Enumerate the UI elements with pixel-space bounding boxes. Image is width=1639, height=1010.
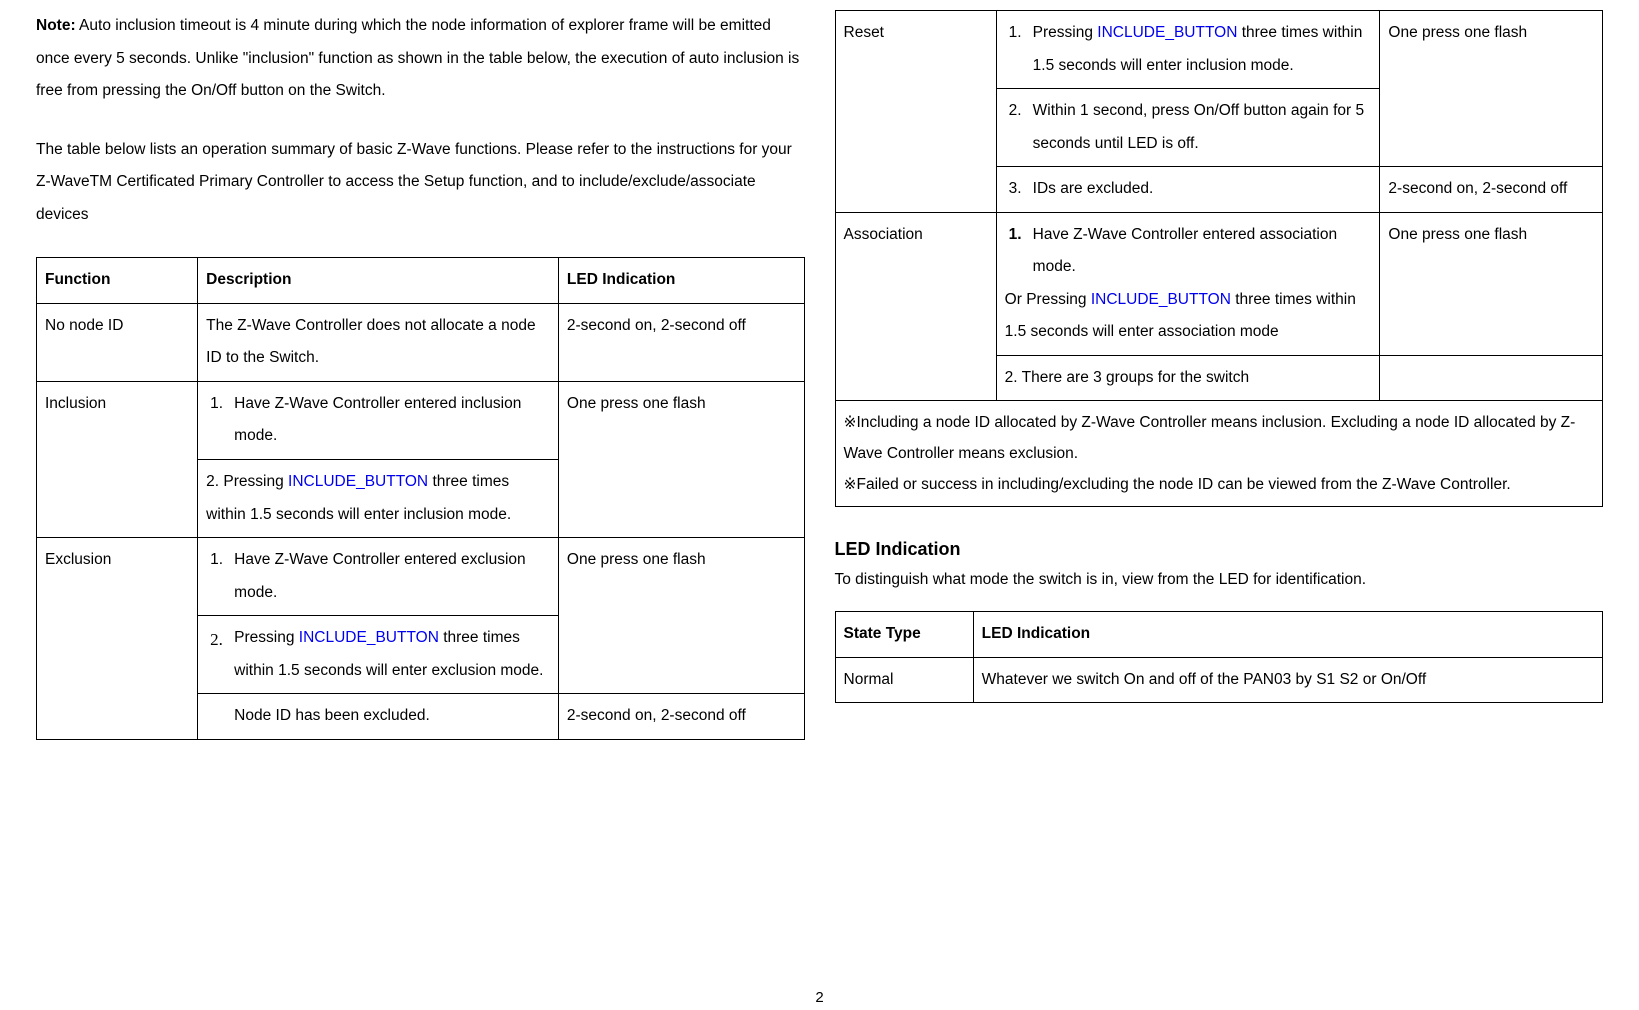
header-state-type: State Type — [835, 612, 973, 658]
cell-led: 2-second on, 2-second off — [1380, 167, 1603, 213]
text-pre: Pressing — [1033, 24, 1098, 41]
list-number: 2. — [1005, 95, 1033, 160]
header-led: LED Indication — [558, 258, 804, 304]
table-row: Reset 1. Pressing INCLUDE_BUTTON three t… — [835, 11, 1603, 89]
cell-description: 1. Have Z-Wave Controller entered associ… — [996, 212, 1380, 355]
list-body: Have Z-Wave Controller entered exclusion… — [234, 544, 550, 609]
cell-function: Reset — [835, 11, 996, 213]
list-body: IDs are excluded. — [1033, 173, 1372, 206]
cell-description: 2. Within 1 second, press On/Off button … — [996, 89, 1380, 167]
list-body: Within 1 second, press On/Off button aga… — [1033, 95, 1372, 160]
footnote-2: ※Failed or success in including/excludin… — [844, 469, 1595, 500]
cell-description: 1. Pressing INCLUDE_BUTTON three times w… — [996, 11, 1380, 89]
cell-led: One press one flash — [1380, 11, 1603, 167]
table-header-row: Function Description LED Indication — [37, 258, 805, 304]
include-button-link[interactable]: INCLUDE_BUTTON — [288, 473, 428, 490]
cell-led: Whatever we switch On and off of the PAN… — [973, 657, 1602, 703]
cell-led: One press one flash — [558, 538, 804, 694]
header-description: Description — [198, 258, 559, 304]
cell-function: Association — [835, 212, 996, 401]
include-button-link[interactable]: INCLUDE_BUTTON — [1097, 24, 1237, 41]
include-button-link[interactable]: INCLUDE_BUTTON — [1091, 291, 1231, 308]
note-paragraph: Note: Auto inclusion timeout is 4 minute… — [36, 10, 805, 108]
header-led-indication: LED Indication — [973, 612, 1602, 658]
list-number: 3. — [1005, 173, 1033, 206]
or-line: Or Pressing INCLUDE_BUTTON three times w… — [1005, 284, 1372, 349]
note-body: Auto inclusion timeout is 4 minute durin… — [36, 17, 799, 99]
cell-description: 1. Have Z-Wave Controller entered inclus… — [198, 381, 559, 459]
table-header-row: State Type LED Indication — [835, 612, 1603, 658]
cell-description: 2. There are 3 groups for the switch — [996, 355, 1380, 401]
text-pre: 2. Pressing — [206, 473, 288, 490]
cell-description: 1. Have Z-Wave Controller entered exclus… — [198, 538, 559, 616]
footnote-cell: ※Including a node ID allocated by Z-Wave… — [835, 401, 1603, 507]
cell-led: One press one flash — [558, 381, 804, 537]
cell-description: 2. Pressing INCLUDE_BUTTON three times w… — [198, 460, 559, 538]
footnote-row: ※Including a node ID allocated by Z-Wave… — [835, 401, 1603, 507]
cell-function: Inclusion — [37, 381, 198, 537]
text-pre: Or Pressing — [1005, 291, 1091, 308]
list-number: 1. — [1005, 219, 1033, 284]
functions-table: Function Description LED Indication No n… — [36, 257, 805, 740]
note-label: Note: — [36, 17, 76, 34]
table-row: Exclusion 1. Have Z-Wave Controller ente… — [37, 538, 805, 616]
right-column: Reset 1. Pressing INCLUDE_BUTTON three t… — [835, 10, 1604, 748]
led-indication-heading: LED Indication — [835, 539, 1604, 560]
list-body: Pressing INCLUDE_BUTTON three times with… — [234, 622, 550, 687]
cell-description: 3. IDs are excluded. — [996, 167, 1380, 213]
include-button-link[interactable]: INCLUDE_BUTTON — [299, 629, 439, 646]
list-body: Have Z-Wave Controller entered inclusion… — [234, 388, 550, 453]
list-number: 1. — [206, 544, 234, 609]
page-number: 2 — [815, 989, 823, 1006]
cell-led: One press one flash — [1380, 212, 1603, 355]
table-row: Association 1. Have Z-Wave Controller en… — [835, 212, 1603, 355]
cell-description: The Z-Wave Controller does not allocate … — [198, 303, 559, 381]
list-body: Pressing INCLUDE_BUTTON three times with… — [1033, 17, 1372, 82]
cell-function: No node ID — [37, 303, 198, 381]
text: Node ID has been excluded. — [206, 700, 550, 733]
footnote-1: ※Including a node ID allocated by Z-Wave… — [844, 407, 1595, 469]
table-row: Normal Whatever we switch On and off of … — [835, 657, 1603, 703]
header-function: Function — [37, 258, 198, 304]
list-number: 1. — [1005, 17, 1033, 82]
table-row: No node ID The Z-Wave Controller does no… — [37, 303, 805, 381]
table-row: Inclusion 1. Have Z-Wave Controller ente… — [37, 381, 805, 459]
led-intro: To distinguish what mode the switch is i… — [835, 564, 1604, 597]
led-table: State Type LED Indication Normal Whateve… — [835, 611, 1604, 703]
cell-description: 2. Pressing INCLUDE_BUTTON three times w… — [198, 616, 559, 694]
list-body: Have Z-Wave Controller entered associati… — [1033, 219, 1372, 284]
intro-paragraph: The table below lists an operation summa… — [36, 134, 805, 232]
cell-function: Exclusion — [37, 538, 198, 740]
cell-led: 2-second on, 2-second off — [558, 694, 804, 740]
cell-led — [1380, 355, 1603, 401]
left-column: Note: Auto inclusion timeout is 4 minute… — [36, 10, 805, 748]
functions-table-cont: Reset 1. Pressing INCLUDE_BUTTON three t… — [835, 10, 1604, 507]
list-number: 2. — [206, 622, 234, 687]
list-number: 1. — [206, 388, 234, 453]
cell-led: 2-second on, 2-second off — [558, 303, 804, 381]
cell-description: Node ID has been excluded. — [198, 694, 559, 740]
text-pre: Pressing — [234, 629, 299, 646]
cell-state: Normal — [835, 657, 973, 703]
